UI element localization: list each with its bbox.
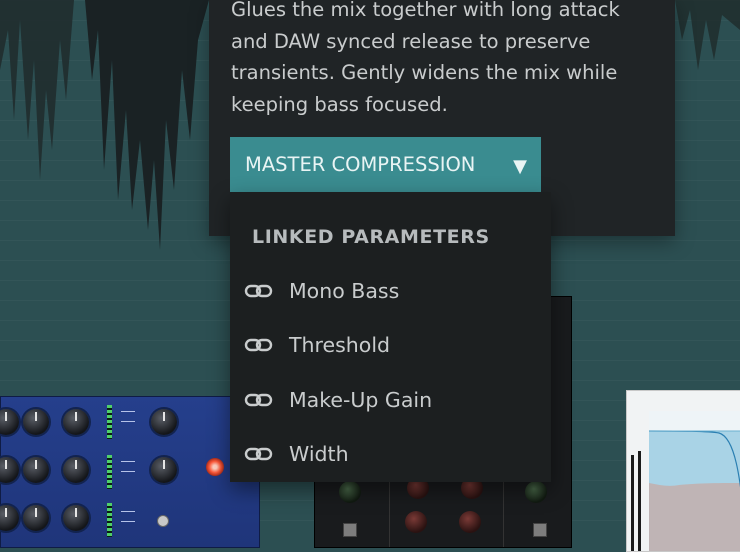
dropdown-label: MASTER COMPRESSION [245, 153, 476, 176]
knob[interactable] [0, 409, 19, 435]
eq-curve [649, 411, 740, 551]
scale-tick [121, 411, 135, 412]
knob[interactable] [23, 409, 49, 435]
power-lamp [206, 458, 224, 476]
menu-item-threshold[interactable]: Threshold [230, 320, 551, 370]
level-meter [107, 405, 112, 439]
menu-item-label: Mono Bass [289, 279, 400, 303]
toggle-button[interactable] [343, 523, 357, 537]
knob[interactable] [63, 457, 89, 483]
caret-down-icon: ▼ [513, 156, 527, 177]
link-icon [244, 338, 273, 352]
channel-strip-plugin[interactable] [0, 396, 260, 548]
knob[interactable] [151, 457, 177, 483]
menu-heading: LINKED PARAMETERS [252, 226, 490, 248]
knob[interactable] [63, 409, 89, 435]
scale-tick [121, 461, 135, 462]
menu-item-label: Make-Up Gain [289, 388, 433, 412]
knob[interactable] [0, 457, 19, 483]
scale-tick [121, 471, 135, 472]
menu-item-make-up-gain[interactable]: Make-Up Gain [230, 375, 551, 425]
scale-tick [121, 421, 135, 422]
knob[interactable] [23, 457, 49, 483]
knob[interactable] [23, 505, 49, 531]
knob[interactable] [339, 481, 361, 503]
menu-item-mono-bass[interactable]: Mono Bass [230, 266, 551, 316]
menu-item-label: Width [289, 442, 349, 466]
level-meter [107, 503, 112, 537]
knob[interactable] [63, 505, 89, 531]
link-icon [244, 393, 273, 407]
scale-tick [121, 521, 135, 522]
preset-description: Glues the mix together with long attack … [231, 0, 620, 116]
menu-item-width[interactable]: Width [230, 429, 551, 479]
linked-parameters-menu: LINKED PARAMETERS Mono Bass Threshold Ma… [230, 192, 551, 482]
level-meter [107, 455, 112, 489]
level-meter [638, 451, 641, 551]
screw [157, 515, 169, 527]
knob[interactable] [459, 511, 481, 533]
eq-plugin[interactable] [626, 390, 740, 552]
scale-tick [121, 511, 135, 512]
knob[interactable] [151, 409, 177, 435]
link-icon [244, 447, 273, 461]
toggle-button[interactable] [533, 523, 547, 537]
linked-parameters-dropdown[interactable]: MASTER COMPRESSION ▼ [230, 137, 541, 192]
link-icon [244, 284, 273, 298]
knob[interactable] [405, 511, 427, 533]
knob[interactable] [0, 505, 19, 531]
knob[interactable] [525, 481, 547, 503]
menu-item-label: Threshold [289, 333, 391, 357]
level-meter [631, 455, 634, 551]
